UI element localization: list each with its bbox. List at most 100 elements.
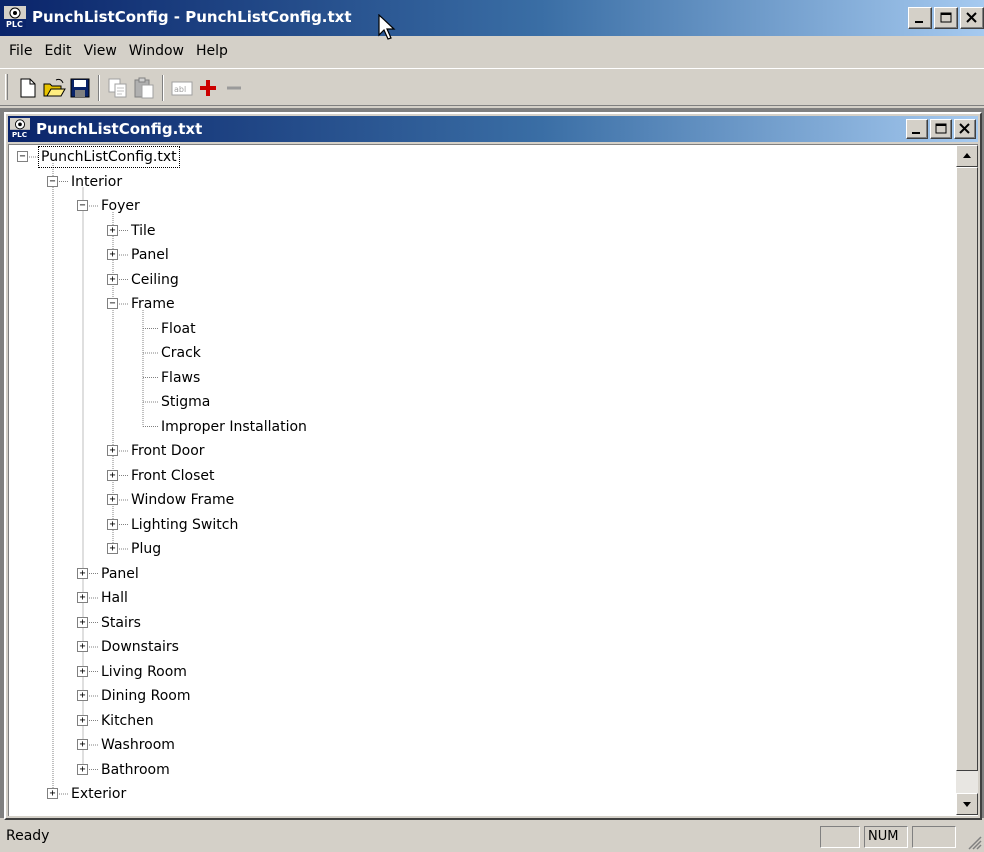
- plc-doc-icon[interactable]: PLC: [10, 118, 30, 142]
- collapse-icon[interactable]: −: [107, 298, 118, 309]
- tree-node-label[interactable]: Hall: [99, 588, 130, 608]
- tree-node-label[interactable]: Frame: [129, 294, 177, 314]
- menu-file[interactable]: File: [3, 43, 38, 59]
- copy-button[interactable]: [106, 76, 130, 100]
- tree-node-label[interactable]: Exterior: [69, 784, 128, 804]
- open-button[interactable]: [42, 76, 66, 100]
- close-icon: [966, 12, 977, 23]
- maximize-button[interactable]: [934, 7, 958, 29]
- doc-minimize-button[interactable]: [906, 119, 928, 139]
- close-button[interactable]: [960, 7, 984, 29]
- resize-grip-icon[interactable]: [966, 834, 982, 850]
- collapse-icon[interactable]: −: [77, 200, 88, 211]
- arrow-up-icon: [963, 153, 971, 158]
- remove-item-button[interactable]: [222, 76, 246, 100]
- mdi-client-area: PLC PunchListConfig.txt − PunchListConfig…: [0, 108, 984, 820]
- expand-icon[interactable]: +: [107, 543, 118, 554]
- tree-view[interactable]: − PunchListConfig.txt − Interior − Foyer + Tile…: [8, 144, 978, 816]
- status-pane-num: NUM: [864, 826, 908, 848]
- toolbar-separator: [162, 75, 164, 101]
- status-pane-caps: [820, 826, 860, 848]
- tree-node-label[interactable]: Kitchen: [99, 711, 156, 731]
- tree-node-label[interactable]: Washroom: [99, 735, 177, 755]
- tree-node-label[interactable]: Stairs: [99, 613, 143, 633]
- expand-icon[interactable]: +: [77, 739, 88, 750]
- expand-icon[interactable]: +: [107, 273, 118, 285]
- tree-node-label[interactable]: Living Room: [99, 662, 189, 682]
- tree-node-label[interactable]: Lighting Switch: [129, 515, 240, 535]
- document-window[interactable]: PLC PunchListConfig.txt − PunchListConfig…: [4, 112, 982, 820]
- svg-text:PLC: PLC: [6, 20, 23, 28]
- menu-view[interactable]: View: [78, 43, 123, 59]
- menu-help[interactable]: Help: [190, 43, 234, 59]
- window-title: PunchListConfig - PunchListConfig.txt: [32, 8, 352, 26]
- minimize-icon: [912, 132, 920, 134]
- tree-node-label[interactable]: Window Frame: [129, 490, 236, 510]
- tree-container: − PunchListConfig.txt − Interior − Foyer + Tile…: [9, 145, 953, 815]
- app-title-bar[interactable]: PLC PunchListConfig - PunchListConfig.tx…: [0, 0, 984, 40]
- status-text: Ready: [6, 828, 50, 844]
- tree-node-label[interactable]: Bathroom: [99, 760, 172, 780]
- paste-icon: [134, 77, 154, 99]
- collapse-icon[interactable]: −: [47, 175, 58, 187]
- tree-node-label[interactable]: Tile: [129, 221, 158, 241]
- new-file-button[interactable]: [16, 76, 40, 100]
- expand-icon[interactable]: +: [77, 567, 88, 579]
- tree-node-label[interactable]: Front Closet: [129, 466, 217, 486]
- menu-window[interactable]: Window: [123, 43, 190, 59]
- expand-icon[interactable]: +: [77, 763, 88, 775]
- expand-icon[interactable]: +: [107, 445, 118, 456]
- status-bar: Ready NUM: [0, 822, 984, 852]
- expand-icon[interactable]: +: [77, 641, 88, 652]
- expand-icon[interactable]: +: [107, 469, 118, 481]
- paste-button[interactable]: [132, 76, 156, 100]
- maximize-icon: [935, 123, 947, 134]
- expand-icon[interactable]: +: [77, 592, 88, 603]
- open-folder-icon: [43, 78, 66, 97]
- menu-bar: File Edit View Window Help: [0, 36, 984, 66]
- menu-edit[interactable]: Edit: [38, 43, 77, 59]
- doc-maximize-button[interactable]: [930, 119, 952, 139]
- tree-node-label[interactable]: Crack: [159, 343, 203, 363]
- tree-node-label[interactable]: Plug: [129, 539, 163, 559]
- add-item-button[interactable]: [196, 76, 220, 100]
- scrollbar-thumb[interactable]: [956, 167, 978, 771]
- tree-node-label[interactable]: Float: [159, 319, 198, 339]
- expand-icon[interactable]: +: [77, 616, 88, 628]
- tree-node-label[interactable]: Foyer: [99, 196, 142, 216]
- properties-icon: abl: [171, 81, 193, 96]
- scroll-up-button[interactable]: [956, 145, 978, 167]
- save-icon: [70, 78, 90, 98]
- toolbar-separator: [98, 75, 100, 101]
- tree-node-label[interactable]: Front Door: [129, 441, 207, 461]
- properties-button[interactable]: abl: [170, 76, 194, 100]
- scroll-down-button[interactable]: [956, 793, 978, 815]
- vertical-scrollbar[interactable]: [956, 145, 978, 815]
- expand-icon[interactable]: +: [107, 494, 118, 505]
- document-title-bar[interactable]: PLC PunchListConfig.txt: [8, 116, 978, 142]
- tree-node-label[interactable]: Panel: [129, 245, 171, 265]
- expand-icon[interactable]: +: [77, 714, 88, 726]
- tree-node-label[interactable]: Ceiling: [129, 270, 181, 290]
- tree-node-label[interactable]: Flaws: [159, 368, 202, 388]
- toolbar-grip[interactable]: [5, 74, 8, 100]
- tree-node-label[interactable]: Improper Installation: [159, 417, 309, 437]
- expand-icon[interactable]: +: [107, 224, 118, 236]
- expand-icon[interactable]: +: [77, 665, 88, 677]
- tree-node-label[interactable]: Dining Room: [99, 686, 193, 706]
- minimize-button[interactable]: [908, 7, 932, 29]
- tree-node-label[interactable]: Stigma: [159, 392, 212, 412]
- expand-icon[interactable]: +: [47, 788, 58, 799]
- expand-icon[interactable]: +: [107, 518, 118, 530]
- expand-icon[interactable]: +: [77, 690, 88, 701]
- doc-close-button[interactable]: [954, 119, 976, 139]
- tree-node-label[interactable]: Panel: [99, 564, 141, 584]
- plc-app-icon[interactable]: PLC: [4, 6, 26, 32]
- expand-icon[interactable]: +: [107, 249, 118, 260]
- tree-node-label[interactable]: PunchListConfig.txt: [38, 146, 180, 168]
- document-title: PunchListConfig.txt: [36, 120, 203, 138]
- collapse-icon[interactable]: −: [17, 151, 28, 162]
- tree-node-label[interactable]: Interior: [69, 172, 124, 192]
- save-button[interactable]: [68, 76, 92, 100]
- tree-node-label[interactable]: Downstairs: [99, 637, 181, 657]
